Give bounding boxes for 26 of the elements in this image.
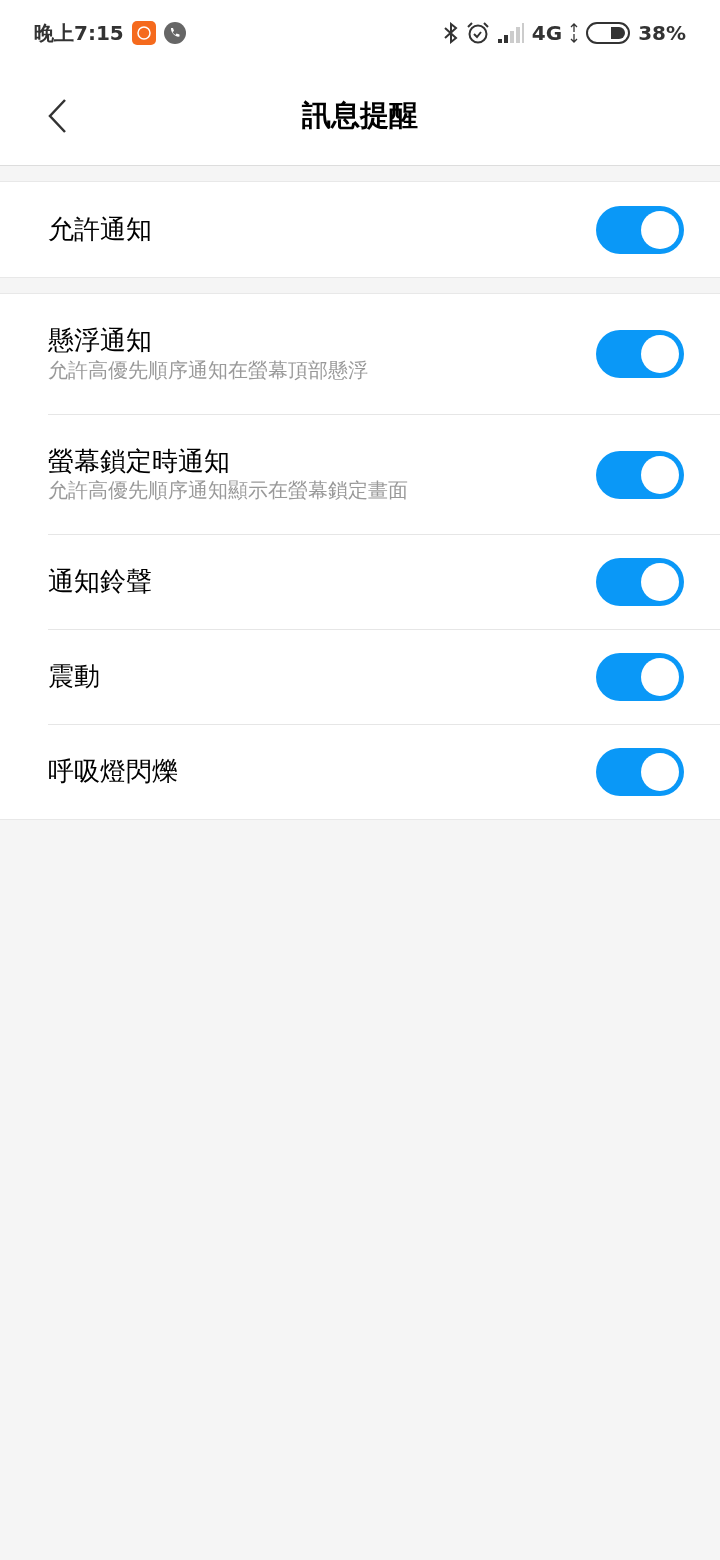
page-title: 訊息提醒: [302, 98, 418, 133]
back-icon[interactable]: [46, 98, 68, 134]
toggle-switch[interactable]: [596, 450, 684, 499]
phone-icon: [163, 22, 186, 44]
setting-title: 螢幕鎖定時通知: [48, 445, 231, 478]
setting-description: 允許高優先順序通知在螢幕頂部懸浮: [48, 356, 369, 383]
battery-level: 38%: [638, 20, 686, 47]
toggle-switch[interactable]: [596, 330, 684, 378]
network-type: 4G: [531, 20, 563, 47]
data-arrows-icon: [570, 23, 579, 43]
setting-title: 震動: [48, 661, 101, 693]
setting-title: 呼吸燈閃爍: [48, 756, 179, 788]
toggle-switch[interactable]: [596, 748, 684, 796]
bluetooth-icon: [443, 22, 458, 44]
toggle-switch[interactable]: [596, 558, 684, 606]
clock-time: 晚上7:15: [34, 20, 124, 47]
setting-description: 允許高優先順序通知顯示在螢幕鎖定畫面: [48, 477, 409, 504]
toggle-switch[interactable]: [596, 205, 684, 254]
app-notification-icon: [131, 21, 156, 45]
battery-icon: [586, 22, 631, 44]
setting-title: 懸浮通知: [48, 325, 153, 357]
setting-title: 通知鈴聲: [48, 566, 153, 598]
toggle-switch[interactable]: [596, 653, 684, 701]
signal-icon: [497, 23, 524, 43]
alarm-icon: [465, 21, 490, 45]
setting-title: 允許通知: [48, 213, 153, 246]
